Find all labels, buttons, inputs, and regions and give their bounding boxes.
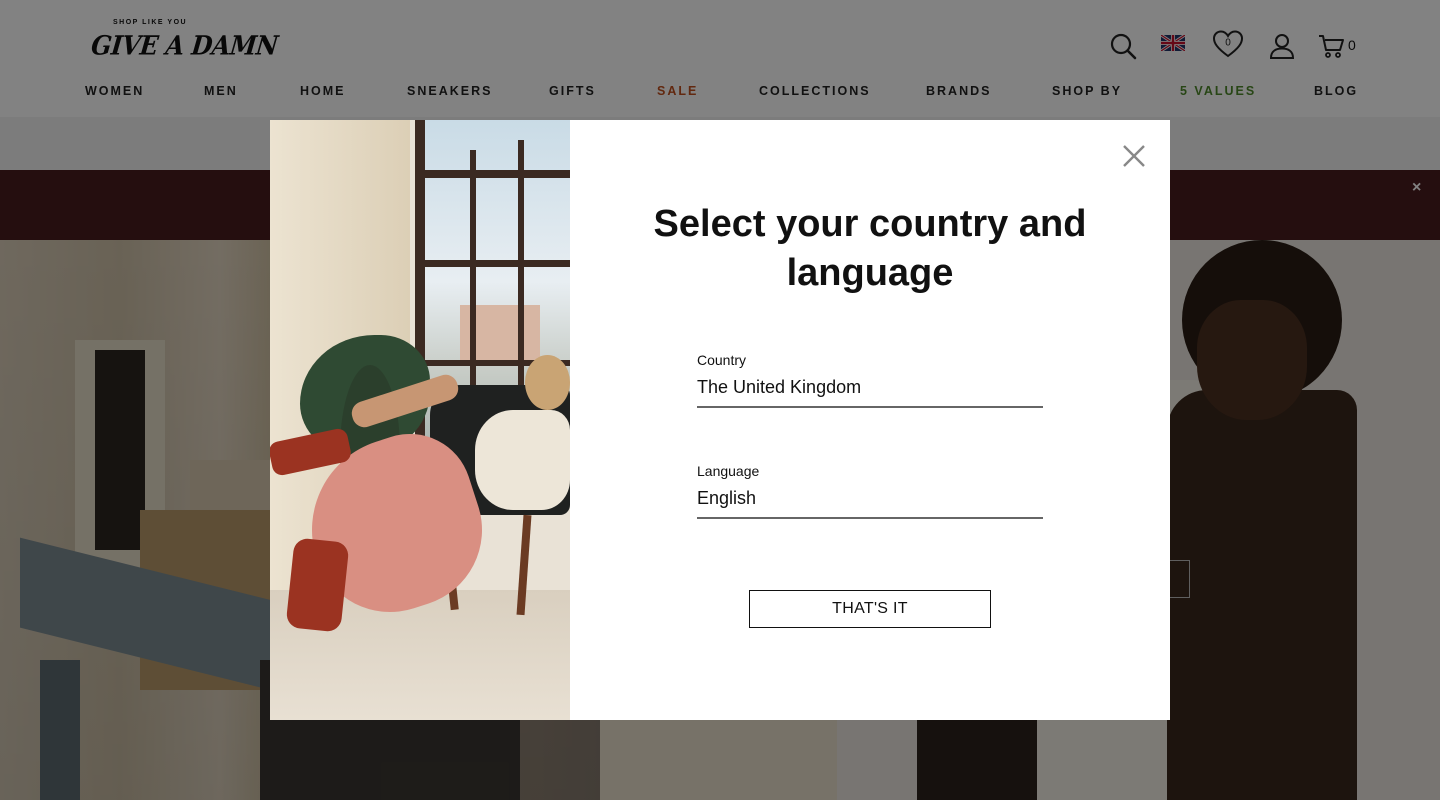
- confirm-button[interactable]: THAT'S IT: [749, 590, 991, 628]
- country-language-modal: Select your country and language Country…: [270, 120, 1170, 720]
- country-value: The United Kingdom: [697, 377, 862, 397]
- close-icon[interactable]: [1120, 142, 1148, 170]
- country-label: Country: [697, 352, 747, 368]
- language-value: English: [697, 488, 757, 508]
- language-label: Language: [697, 463, 760, 479]
- country-select[interactable]: Country The United Kingdom: [697, 352, 1043, 408]
- modal-title: Select your country and language: [653, 203, 1087, 294]
- modal-lifestyle-photo: [270, 120, 570, 720]
- language-select[interactable]: Language English: [697, 463, 1043, 519]
